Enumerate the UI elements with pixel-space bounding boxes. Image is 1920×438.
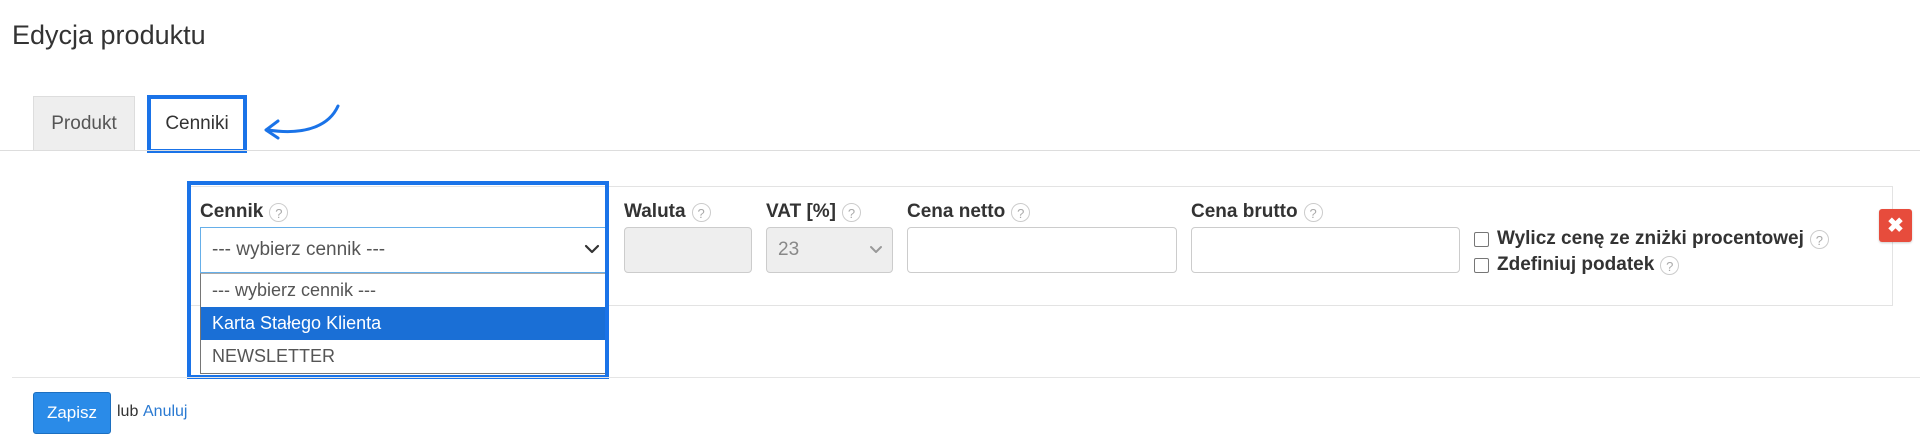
vat-select: 23 [766, 227, 893, 273]
delete-row-button[interactable]: ✖ [1879, 209, 1912, 242]
cena-brutto-label: Cena brutto [1191, 201, 1298, 222]
discount-checkbox-row: Wylicz cenę ze zniżki procentowej ? [1474, 228, 1829, 250]
tax-checkbox-row: Zdefiniuj podatek ? [1474, 254, 1680, 276]
help-icon[interactable]: ? [1011, 202, 1031, 222]
tab-produkt[interactable]: Produkt [33, 96, 135, 150]
or-text: lub [117, 403, 139, 420]
cena-brutto-input[interactable] [1191, 227, 1460, 273]
help-icon[interactable]: ? [1809, 229, 1829, 249]
vat-label: VAT [%] [766, 201, 837, 222]
waluta-label-group: Waluta ? [624, 201, 711, 223]
page-title: Edycja produktu [12, 20, 206, 50]
discount-checkbox[interactable] [1474, 231, 1489, 247]
cena-netto-label-group: Cena netto ? [907, 201, 1031, 223]
help-icon[interactable]: ? [691, 202, 711, 222]
form-footer-divider [12, 377, 1920, 378]
tax-checkbox-label[interactable]: Zdefiniuj podatek [1497, 254, 1654, 276]
cennik-highlight-box [187, 181, 609, 379]
save-button[interactable]: Zapisz [33, 392, 111, 434]
vat-select-value: 23 [778, 239, 800, 260]
help-icon[interactable]: ? [1303, 202, 1323, 222]
help-icon[interactable]: ? [842, 202, 862, 222]
curved-arrow-icon [264, 104, 340, 140]
waluta-label: Waluta [624, 201, 686, 222]
cancel-link[interactable]: Anuluj [143, 403, 187, 421]
help-icon[interactable]: ? [1660, 255, 1680, 275]
tab-cenniki[interactable]: Cenniki [147, 95, 247, 153]
tabs-divider [0, 150, 1920, 151]
cena-brutto-label-group: Cena brutto ? [1191, 201, 1323, 223]
vat-label-group: VAT [%] ? [766, 201, 862, 223]
discount-checkbox-label[interactable]: Wylicz cenę ze zniżki procentowej [1497, 228, 1804, 250]
tax-checkbox[interactable] [1474, 257, 1489, 273]
cena-netto-label: Cena netto [907, 201, 1006, 222]
waluta-field [624, 227, 752, 273]
cena-netto-input[interactable] [907, 227, 1177, 273]
chevron-down-icon [870, 246, 882, 253]
close-icon: ✖ [1887, 215, 1904, 237]
